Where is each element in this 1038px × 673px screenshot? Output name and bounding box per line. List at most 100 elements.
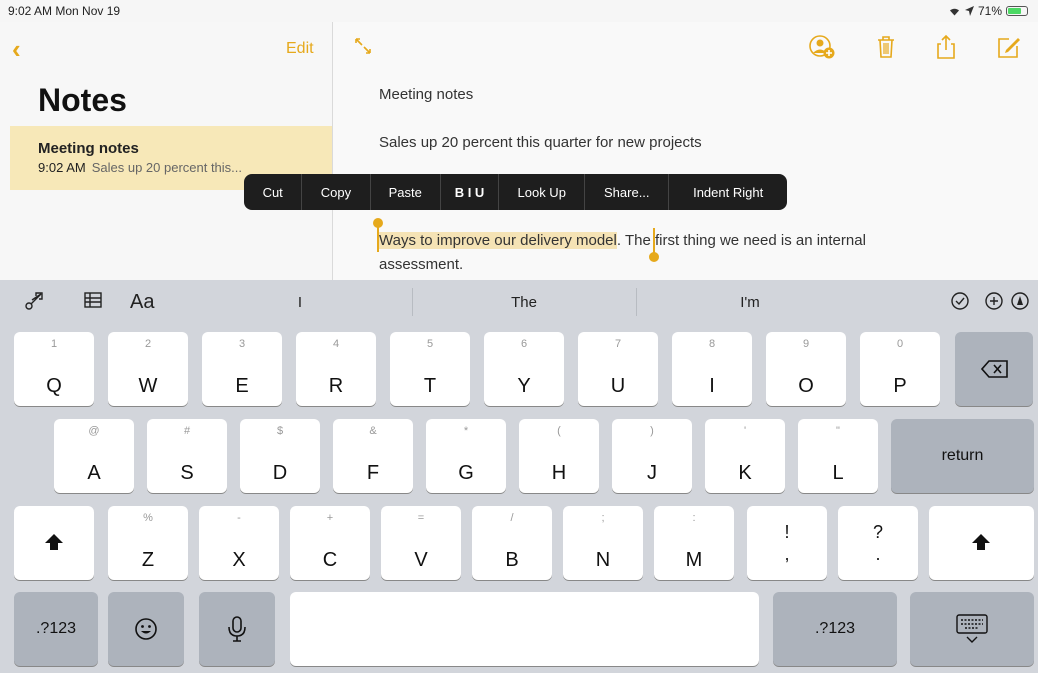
key-m[interactable]: :M [654,506,734,580]
key-primary-label: U [610,375,626,397]
key-secondary-label: % [143,512,153,524]
key-y[interactable]: 6Y [484,332,564,406]
key-h[interactable]: (H [519,419,599,493]
key-primary-label: N [595,549,611,571]
key-primary-label: E [235,375,249,397]
key-w[interactable]: 2W [108,332,188,406]
numbers-key-left[interactable]: .?123 [14,592,98,666]
menu-item-paste[interactable]: Paste [371,174,441,210]
key-primary-label: K [738,462,752,484]
share-icon[interactable] [933,34,959,60]
numbers-label-left: .?123 [35,620,77,637]
note-editor[interactable]: Meeting notes Sales up 20 percent this q… [333,22,1038,280]
markup-pen-icon[interactable] [1010,291,1030,311]
key-primary-label: S [180,462,194,484]
microphone-icon [228,616,246,642]
shift-key-right[interactable] [929,506,1034,580]
key-question[interactable]: ? . [838,506,918,580]
suggestion-divider [636,288,637,316]
menu-item-indent-right[interactable]: Indent Right [669,174,787,210]
selection-end-handle[interactable] [649,228,659,262]
chevron-left-icon[interactable]: ‹ [12,34,21,65]
key-primary-label: X [232,549,246,571]
key-x[interactable]: -X [199,506,279,580]
key-question-top: ? [872,522,883,542]
key-p[interactable]: 0P [860,332,940,406]
key-secondary-label: ( [557,425,561,437]
key-s[interactable]: # S [147,419,227,493]
numbers-key-right[interactable]: .?123 [773,592,897,666]
key-secondary-label: * [463,425,469,437]
menu-item-look-up[interactable]: Look Up [499,174,586,210]
suggestion-2[interactable]: The [511,294,537,311]
emoji-key[interactable] [108,592,184,666]
menu-item-share[interactable]: Share... [585,174,670,210]
key-q[interactable]: 1Q [14,332,94,406]
key-b[interactable]: / B [472,506,552,580]
key-primary-label: V [414,549,428,571]
key-f[interactable]: & F [333,419,413,493]
key-z[interactable]: % Z [108,506,188,580]
hide-keyboard-key[interactable] [910,592,1034,666]
key-i[interactable]: 8I [672,332,752,406]
key-secondary-label: 7 [614,338,622,350]
key-secondary-label: " [836,425,840,437]
key-k[interactable]: ' K [705,419,785,493]
scissors-icon[interactable] [24,291,44,311]
key-g[interactable]: * G [426,419,506,493]
key-primary-label: D [272,462,288,484]
key-primary-label: A [87,462,101,484]
key-c[interactable]: + C [290,506,370,580]
expand-icon[interactable] [355,38,371,54]
edit-button[interactable]: Edit [286,40,314,58]
delete-key[interactable] [955,332,1033,406]
add-person-icon[interactable] [809,34,835,60]
key-r[interactable]: 4R [296,332,376,406]
return-key[interactable]: return [891,419,1034,493]
key-primary-label: C [322,549,338,571]
status-right: 71% [948,4,1028,18]
suggestion-1[interactable]: I [298,294,302,311]
key-e[interactable]: 3E [202,332,282,406]
location-icon [964,6,974,16]
plus-circle-icon[interactable] [984,291,1004,311]
trash-icon[interactable] [873,34,899,60]
dictation-key[interactable] [199,592,275,666]
wifi-icon [949,8,959,16]
shift-key-left[interactable] [14,506,94,580]
key-t[interactable]: 5T [390,332,470,406]
key-primary-label: O [798,375,814,397]
key-secondary-label: ) [650,425,654,437]
menu-item-format[interactable]: B I U [441,174,500,210]
format-button[interactable]: Aa [130,291,154,314]
key-n[interactable]: ; N [563,506,643,580]
key-v[interactable]: = V [381,506,461,580]
key-l[interactable]: " L [798,419,878,493]
key-a[interactable]: @ A [54,419,134,493]
emoji-icon [135,618,157,640]
key-primary-label: J [647,462,657,484]
return-label: return [941,447,984,464]
selected-text[interactable]: Ways to improve our delivery model [379,232,617,249]
key-j[interactable]: ) J [612,419,692,493]
key-d[interactable]: $ D [240,419,320,493]
menu-item-cut[interactable]: Cut [244,174,303,210]
key-u[interactable]: 7U [578,332,658,406]
key-primary-label: I [709,375,715,397]
page-title: Notes [38,82,127,118]
key-secondary-label: 5 [426,338,434,350]
note-title: Meeting notes [38,140,139,157]
space-bar[interactable] [290,592,759,666]
key-secondary-label: 1 [50,338,58,350]
checkmark-circle-icon[interactable] [950,291,970,311]
key-primary-label: R [328,375,344,397]
battery-fill [1008,8,1021,14]
menu-item-copy[interactable]: Copy [302,174,371,210]
compose-icon[interactable] [995,34,1021,60]
key-exclam[interactable]: ! , [747,506,827,580]
key-o[interactable]: 9O [766,332,846,406]
selection-start-handle[interactable] [373,218,383,252]
suggestion-3[interactable]: I'm [740,294,760,311]
table-icon[interactable] [84,291,102,309]
key-secondary-label: ' [743,425,747,437]
